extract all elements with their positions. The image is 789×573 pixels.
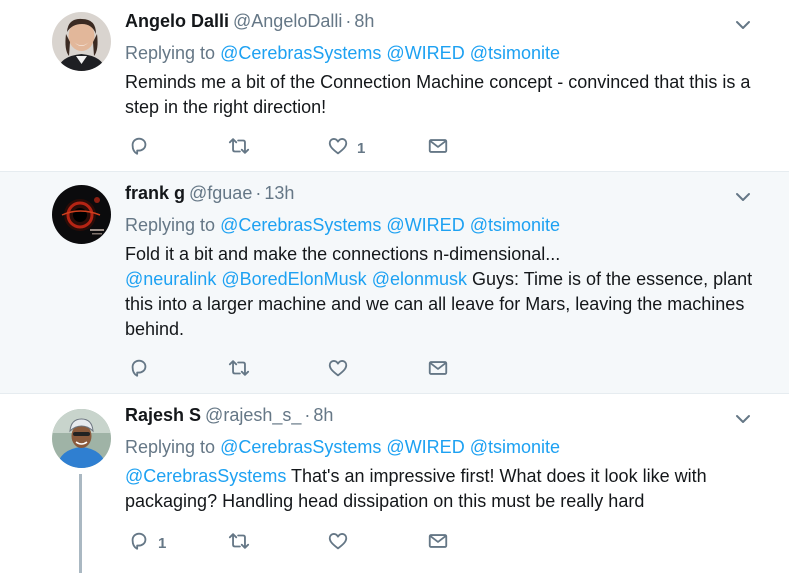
like-button[interactable]: 1 [327,136,365,160]
retweet-button[interactable] [228,136,250,160]
mention-link[interactable]: @neuralink [125,269,216,289]
mention-link[interactable]: @CerebrasSystems [220,437,381,457]
separator-dot: · [304,405,311,425]
timestamp[interactable]: 8h [313,405,333,425]
tweet-text: Fold it a bit and make the connections n… [125,242,755,342]
tweet-text-line: @neuralink @BoredElonMusk @elonmusk Guys… [125,267,755,292]
like-icon [327,357,349,384]
tweet-rajesh-s[interactable]: Rajesh S @rajesh_s_ · 8h Replying to @Cereb… [0,394,789,573]
separator-dot: · [345,11,352,31]
avatar[interactable] [52,12,111,71]
mention-link[interactable]: @CerebrasSystems [125,466,286,486]
timestamp[interactable]: 13h [264,183,294,203]
like-icon [327,530,349,557]
replying-to: Replying to @CerebrasSystems @WIRED @tsi… [125,213,560,237]
mention-link[interactable]: @elonmusk [372,269,467,289]
replying-to: Replying to @CerebrasSystems @WIRED @tsi… [125,435,560,459]
tweet-text-line: Fold it a bit and make the connections n… [125,244,561,264]
reply-icon [128,530,150,557]
retweet-icon [228,530,250,557]
avatar[interactable] [52,185,111,244]
chevron-down-icon[interactable] [735,189,751,205]
author-name[interactable]: Rajesh S [125,405,201,425]
chevron-down-icon[interactable] [735,411,751,427]
mention-link[interactable]: @tsimonite [470,437,560,457]
mention-link[interactable]: @WIRED [386,437,464,457]
tweet-text-line: step in the right direction! [125,97,327,117]
author-handle[interactable]: @fguae [189,183,252,203]
replying-prefix: Replying to [125,43,216,63]
like-icon [327,135,349,162]
tweet-text: Reminds me a bit of the Connection Machi… [125,70,755,120]
direct-message-button[interactable] [427,358,449,382]
retweet-icon [228,357,250,384]
separator-dot: · [255,183,262,203]
message-icon [427,530,449,557]
mention-link[interactable]: @BoredElonMusk [221,269,366,289]
message-icon [427,135,449,162]
reply-count: 1 [158,534,167,552]
chevron-down-icon[interactable] [735,17,751,33]
tweet-actions [128,358,458,382]
tweet-text-line: behind. [125,319,185,339]
author-name[interactable]: Angelo Dalli [125,11,229,31]
author-handle[interactable]: @rajesh_s_ [205,405,301,425]
tweet-text-fragment: That's an impressive first! What does it… [286,466,707,486]
avatar[interactable] [52,409,111,468]
replying-prefix: Replying to [125,215,216,235]
tweet-text-line: packaging? Handling head dissipation on … [125,491,645,511]
message-icon [427,357,449,384]
replying-prefix: Replying to [125,437,216,457]
thread-connector-line [79,474,82,573]
reply-button[interactable]: 1 [128,531,166,555]
mention-link[interactable]: @tsimonite [470,43,560,63]
tweet-text: @CerebrasSystems That's an impressive fi… [125,464,755,514]
mention-link[interactable]: @WIRED [386,43,464,63]
tweet-frank-g[interactable]: frank g @fguae · 13h Replying to @CerebrasS… [0,172,789,394]
mention-link[interactable]: @CerebrasSystems [220,43,381,63]
like-count: 1 [357,139,366,157]
timestamp[interactable]: 8h [354,11,374,31]
replying-to: Replying to @CerebrasSystems @WIRED @tsi… [125,41,560,65]
tweet-actions: 1 [128,136,458,160]
direct-message-button[interactable] [427,136,449,160]
reply-button[interactable] [128,358,158,382]
tweet-text-fragment: Guys: Time is of the essence, plant [467,269,753,289]
retweet-button[interactable] [228,358,250,382]
like-button[interactable] [327,531,357,555]
author-name[interactable]: frank g [125,183,185,203]
mention-link[interactable]: @WIRED [386,215,464,235]
mention-link[interactable]: @tsimonite [470,215,560,235]
tweet-text-line: Reminds me a bit of the Connection Machi… [125,72,751,92]
tweet-text-line: @CerebrasSystems That's an impressive fi… [125,464,755,489]
tweet-angelo-dalli[interactable]: Angelo Dalli @AngeloDalli · 8h Replying to … [0,0,789,172]
reply-button[interactable] [128,136,158,160]
direct-message-button[interactable] [427,531,449,555]
like-button[interactable] [327,358,357,382]
retweet-icon [228,135,250,162]
reply-icon [128,135,150,162]
author-handle[interactable]: @AngeloDalli [233,11,342,31]
tweet-text-line: this into a larger machine and we can al… [125,294,745,314]
tweet-actions: 1 [128,531,458,555]
retweet-button[interactable] [228,531,250,555]
reply-icon [128,357,150,384]
mention-link[interactable]: @CerebrasSystems [220,215,381,235]
